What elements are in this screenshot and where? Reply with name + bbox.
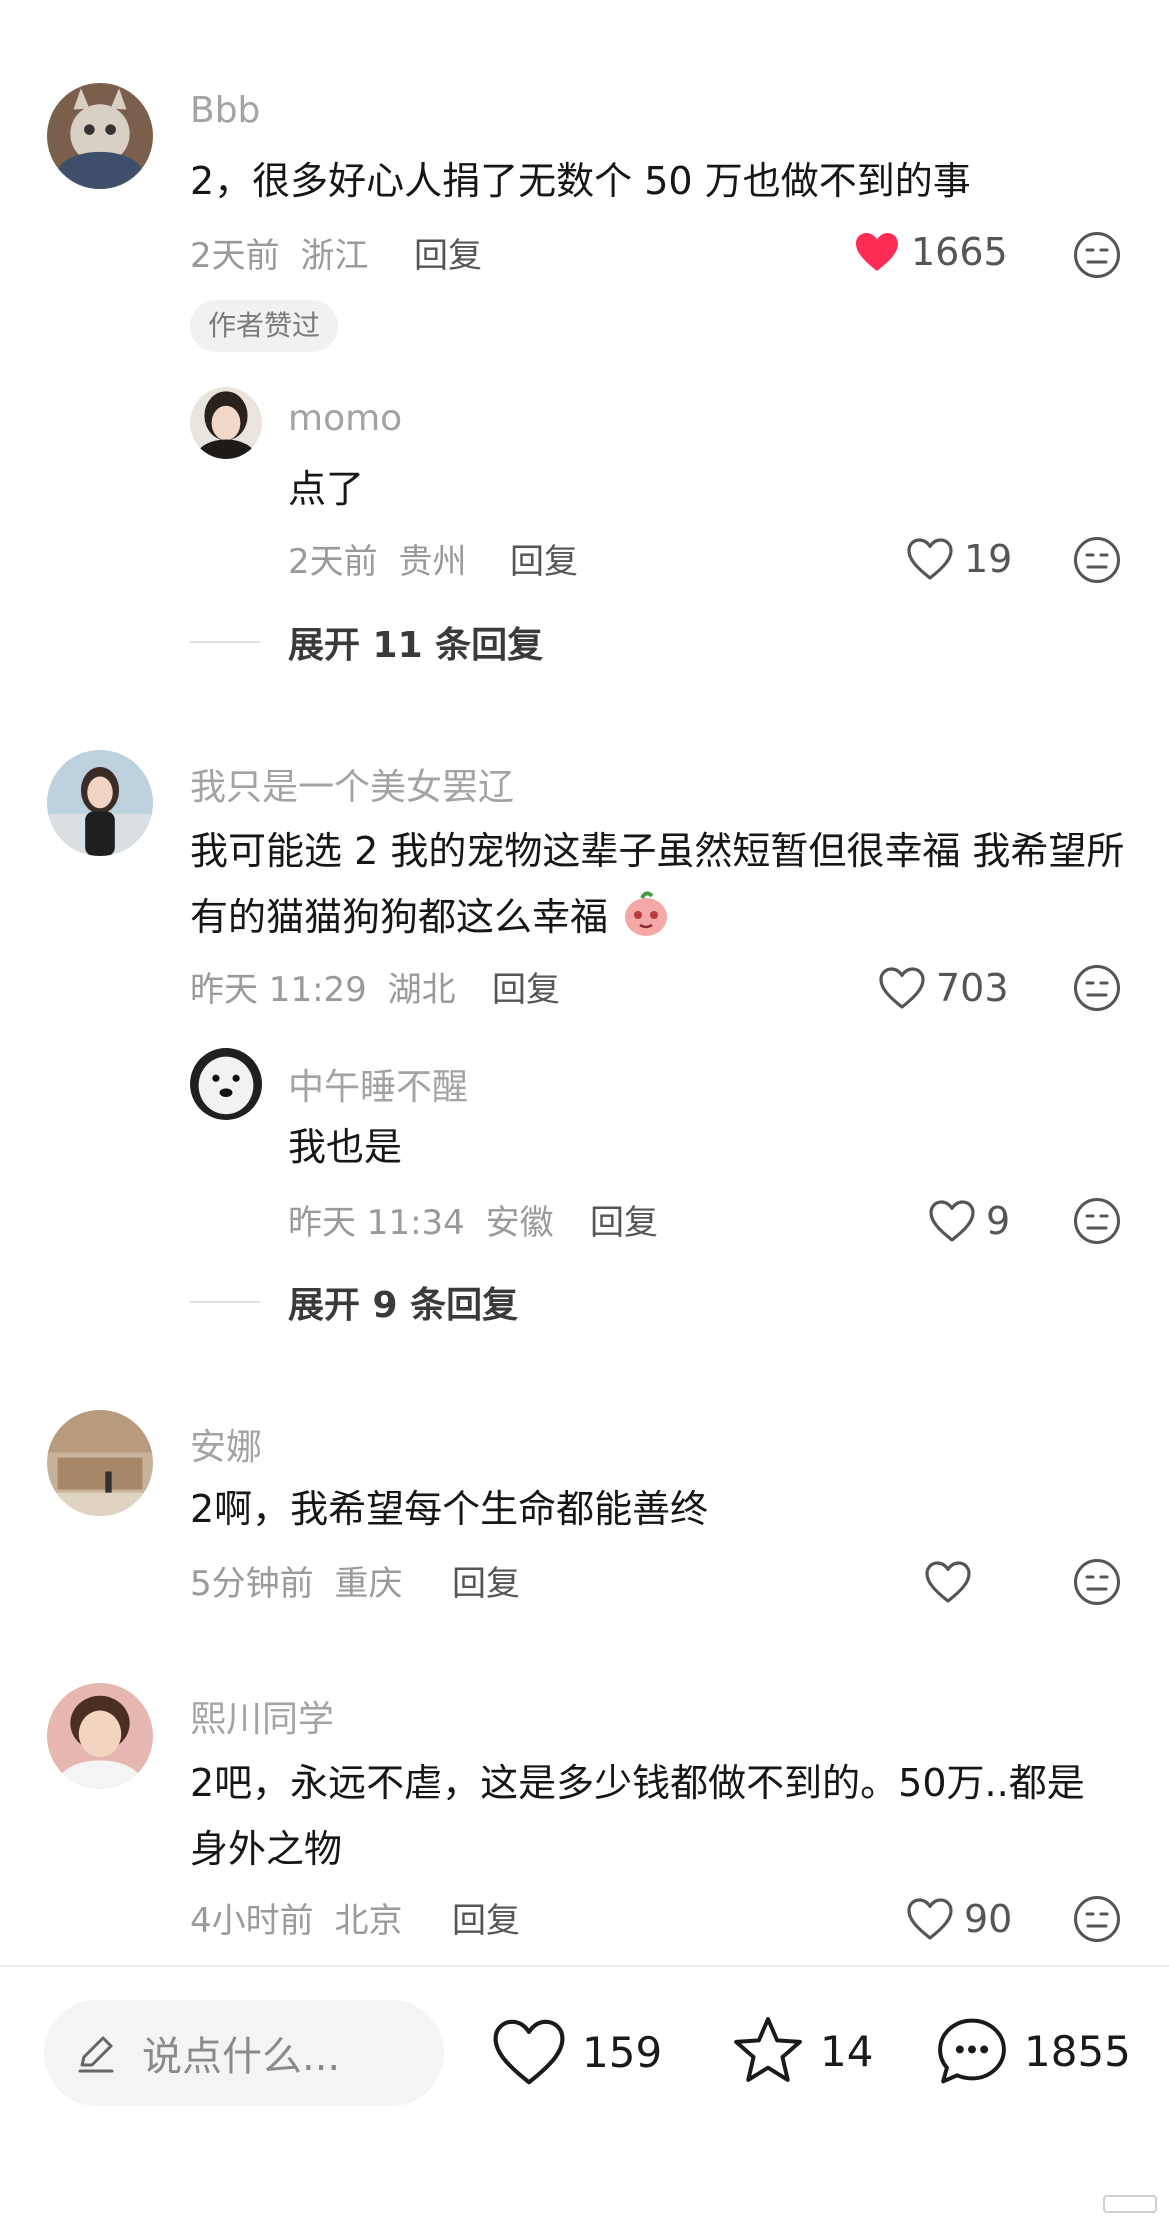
comment-username[interactable]: 安娜	[190, 1418, 262, 1470]
like-button[interactable]	[924, 1560, 982, 1604]
reply-time: 昨天 11:34 安徽	[288, 1195, 554, 1244]
favorite-action-count: 14	[820, 2026, 874, 2076]
reply-button[interactable]: 回复	[414, 228, 482, 277]
comment-username[interactable]: 我只是一个美女罢辽	[190, 758, 514, 810]
like-button[interactable]: 1665	[853, 230, 1008, 274]
comment-time-text: 5分钟前	[190, 1564, 314, 1604]
like-button[interactable]: 9	[928, 1199, 1010, 1243]
comment-text: 我可能选 2 我的宠物这辈子虽然短暂但很幸福 我希望所有的猫猫狗狗都这么幸福	[190, 818, 1130, 950]
comment-bubble-icon	[938, 2018, 1006, 2084]
like-count: 90	[964, 1897, 1013, 1941]
dislike-face-icon[interactable]	[1072, 230, 1122, 280]
comment-action-button[interactable]: 1855	[934, 2013, 1131, 2089]
like-button[interactable]: 19	[906, 537, 1012, 581]
comment-username[interactable]: Bbb	[190, 90, 260, 131]
avatar[interactable]	[190, 1048, 262, 1120]
heart-icon	[493, 2019, 565, 2085]
dislike-face-icon[interactable]	[1072, 535, 1122, 585]
reply-text: 点了	[288, 467, 365, 511]
reply-username[interactable]: momo	[288, 398, 402, 439]
reply-button[interactable]: 回复	[510, 534, 578, 583]
comment-input-placeholder: 说点什么...	[142, 2034, 341, 2080]
reply-time: 2天前 贵州	[288, 534, 466, 583]
like-button[interactable]: 90	[906, 1897, 1012, 1941]
divider-line	[190, 1301, 260, 1303]
comment-text: 2啊，我希望每个生命都能善终	[190, 1487, 709, 1531]
peach-sticker-icon	[625, 891, 668, 936]
comment-action-count: 1855	[1024, 2026, 1131, 2076]
comment-location: 重庆	[334, 1564, 403, 1604]
heart-icon	[906, 1897, 954, 1941]
like-count: 19	[964, 537, 1013, 581]
heart-icon	[928, 1199, 976, 1243]
divider-line	[190, 641, 260, 643]
reply-username[interactable]: 中午睡不醒	[288, 1058, 468, 1110]
comment-time: 2天前 浙江	[190, 228, 368, 277]
dislike-face-icon[interactable]	[1072, 1894, 1122, 1944]
reply-location: 贵州	[398, 542, 467, 582]
like-count: 703	[936, 966, 1009, 1010]
avatar[interactable]	[47, 83, 153, 189]
star-icon	[734, 2017, 802, 2082]
reply-time-text: 2天前	[288, 542, 378, 582]
heart-icon	[906, 537, 954, 581]
expand-replies-label: 展开 11 条回复	[288, 625, 544, 666]
avatar[interactable]	[190, 387, 262, 459]
comment-input[interactable]: 说点什么...	[44, 2000, 444, 2106]
avatar[interactable]	[47, 1683, 153, 1789]
comment-time: 4小时前 北京	[190, 1893, 402, 1942]
comment-time: 昨天 11:29 湖北	[190, 962, 456, 1011]
author-liked-badge: 作者赞过	[190, 300, 339, 352]
favorite-action-button[interactable]: 14	[730, 2013, 873, 2089]
expand-replies-button[interactable]: 展开 9 条回复	[190, 1276, 518, 1328]
dislike-face-icon[interactable]	[1072, 963, 1122, 1013]
comment-time: 5分钟前 重庆	[190, 1556, 402, 1605]
bottom-bar: 说点什么... 159 14 1855	[0, 1967, 1169, 2235]
avatar[interactable]	[47, 1410, 153, 1516]
like-action-button[interactable]: 159	[490, 2017, 662, 2087]
comment-location: 湖北	[387, 970, 456, 1010]
expand-replies-label: 展开 9 条回复	[288, 1285, 519, 1326]
heart-filled-icon	[853, 230, 901, 274]
like-count: 1665	[911, 230, 1008, 274]
like-button[interactable]: 703	[878, 966, 1009, 1010]
dislike-face-icon[interactable]	[1072, 1196, 1122, 1246]
dislike-face-icon[interactable]	[1072, 1557, 1122, 1607]
reply-button[interactable]: 回复	[492, 962, 560, 1011]
reply-text: 我也是	[288, 1125, 403, 1169]
comment-location: 北京	[334, 1901, 403, 1941]
reply-button[interactable]: 回复	[452, 1556, 520, 1605]
like-action-count: 159	[582, 2027, 663, 2077]
comment-time-text: 昨天 11:29	[190, 970, 367, 1010]
reply-button[interactable]: 回复	[590, 1195, 658, 1244]
comment-location: 浙江	[300, 236, 369, 276]
heart-icon	[878, 966, 926, 1010]
comment-time-text: 4小时前	[190, 1901, 314, 1941]
reply-button[interactable]: 回复	[452, 1893, 520, 1942]
reply-location: 安徽	[485, 1203, 554, 1243]
watermark-logo-icon	[1103, 2195, 1157, 2213]
reply-time-text: 昨天 11:34	[288, 1203, 465, 1243]
comment-username[interactable]: 熙川同学	[190, 1690, 334, 1742]
heart-icon	[924, 1560, 972, 1604]
avatar[interactable]	[47, 750, 153, 856]
pencil-icon	[78, 2036, 114, 2073]
like-count: 9	[986, 1199, 1011, 1243]
comment-text: 2，很多好心人捐了无数个 50 万也做不到的事	[190, 159, 971, 203]
comment-text: 2吧，永远不虐，这是多少钱都做不到的。50万..都是身外之物	[190, 1761, 1085, 1871]
expand-replies-button[interactable]: 展开 11 条回复	[190, 616, 543, 668]
comment-time-text: 2天前	[190, 236, 280, 276]
